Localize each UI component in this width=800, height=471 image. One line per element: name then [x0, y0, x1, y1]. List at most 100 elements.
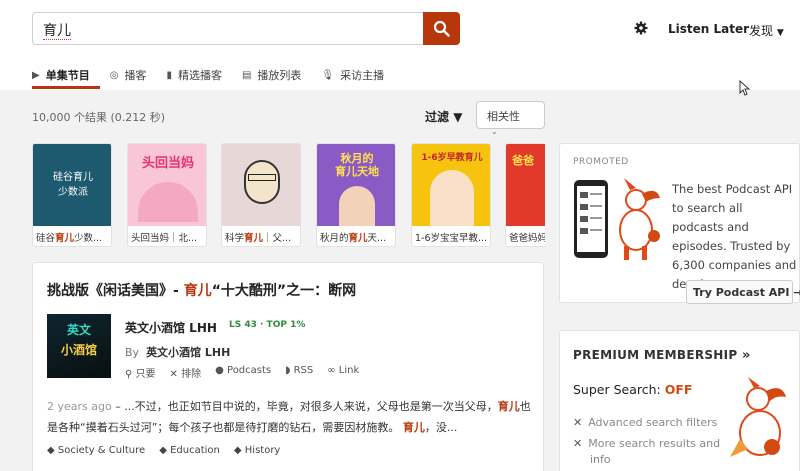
- tab-curated[interactable]: ▮ 精选播客: [166, 66, 222, 84]
- tag-icon: ◆: [47, 445, 55, 456]
- desc-highlight: 育儿: [497, 400, 520, 413]
- podcast-icon: ◎: [109, 69, 119, 81]
- x-icon: ✕: [573, 416, 583, 429]
- artwork-portrait: [244, 160, 280, 204]
- podcast-card[interactable]: 1-6岁早教育儿 1-6岁宝宝早教...: [411, 143, 491, 247]
- publisher-line: By 英文小酒馆 LHH: [125, 344, 230, 360]
- episode-title[interactable]: 挑战版《闲话美国》- 育儿“十大酷刑”之一：断网: [47, 280, 356, 300]
- search-icon: [433, 20, 450, 37]
- filter-icon: ⚲: [125, 369, 133, 380]
- title-text: 挑战版《闲话美国》-: [47, 283, 184, 299]
- podcast-thumbnail[interactable]: 英文 小酒馆: [47, 314, 111, 378]
- artwork-person: [430, 170, 474, 226]
- only-button[interactable]: ⚲ 只要: [125, 365, 156, 380]
- genre-tag[interactable]: ◆ Society & Culture: [47, 445, 145, 456]
- podcast-artwork: 头回当妈: [128, 144, 206, 226]
- action-label: Podcasts: [227, 365, 272, 376]
- caption-text: 秋月的: [320, 233, 349, 244]
- tag-label: History: [244, 445, 281, 456]
- gear-icon: [634, 21, 648, 35]
- tab-label: 单集节目: [45, 69, 90, 82]
- desc-text: – ...不过，也正如节目中说的，毕竟，对很多人来说，父母也是第一次当父母，: [111, 400, 498, 413]
- artwork-text: 秋月的 育儿天地: [335, 152, 379, 178]
- mic-icon: 🎙: [321, 69, 335, 81]
- tag-label: Society & Culture: [57, 445, 146, 456]
- settings-button[interactable]: [634, 21, 648, 38]
- apple-podcasts-link[interactable]: ● Podcasts: [215, 365, 271, 380]
- artwork-figures: [138, 182, 198, 222]
- action-label: 只要: [135, 369, 156, 380]
- caption-highlight: 育儿: [348, 233, 368, 244]
- podcast-card[interactable]: 科学育儿｜父...: [221, 143, 301, 247]
- discover-menu[interactable]: 发现 ▼: [749, 22, 784, 39]
- podcast-card[interactable]: 爸爸 爸爸妈妈...: [505, 143, 545, 247]
- feature-label: More search results and info: [588, 437, 721, 466]
- membership-title[interactable]: PREMIUM MEMBERSHIP »: [573, 348, 751, 363]
- feature-item: ✕ More search results and info: [573, 436, 723, 468]
- artwork-text: 头回当妈: [141, 156, 194, 171]
- link-icon: ∞: [327, 365, 336, 376]
- action-label: Link: [338, 365, 360, 376]
- api-illustration-icon: [574, 178, 660, 260]
- podcast-name[interactable]: 英文小酒馆 LHH: [125, 319, 217, 336]
- double-chevron-right-icon: »: [742, 348, 751, 363]
- by-label: By: [125, 346, 140, 359]
- caption-text: 爸爸妈妈...: [509, 233, 545, 244]
- genre-tag[interactable]: ◆ Education: [159, 445, 220, 456]
- sort-value: 相关性: [487, 110, 520, 123]
- tab-label: 采访主播: [340, 69, 385, 82]
- rss-icon: ◗: [285, 365, 291, 376]
- desc-text: ，没...: [424, 421, 458, 434]
- podcast-card[interactable]: 秋月的 育儿天地 秋月的育儿天...: [316, 143, 396, 247]
- x-icon: ✕: [573, 437, 583, 450]
- super-search-status: Super Search: OFF: [573, 382, 692, 397]
- podcast-card[interactable]: 硅谷育儿 少数派 硅谷育儿少数...: [32, 143, 112, 247]
- episode-description: 2 years ago – ...不过，也正如节目中说的，毕竟，对很多人来说，父…: [47, 396, 535, 438]
- caption-text: 硅谷: [36, 233, 56, 244]
- super-search-value: OFF: [664, 382, 693, 397]
- caption-text: 科学: [225, 233, 245, 244]
- caption-text: 天...: [367, 233, 387, 244]
- listen-later-link[interactable]: Listen Later: [668, 22, 749, 36]
- search-button[interactable]: [423, 12, 460, 45]
- publisher-name: 英文小酒馆 LHH: [146, 346, 231, 359]
- listen-score-badge: LS 43 · TOP 1%: [229, 320, 306, 330]
- tab-episodes[interactable]: ▶ 单集节目: [32, 66, 90, 84]
- copy-link-button[interactable]: ∞ Link: [327, 365, 359, 380]
- play-icon: ▶: [32, 69, 40, 81]
- close-icon: ✕: [169, 369, 178, 380]
- podcast-artwork: 爸爸: [506, 144, 545, 226]
- podcast-artwork: 秋月的 育儿天地: [317, 144, 395, 226]
- membership-title-text: PREMIUM MEMBERSHIP: [573, 348, 738, 362]
- podcast-caption: 硅谷育儿少数...: [33, 226, 111, 246]
- tag-icon: ◆: [233, 445, 242, 456]
- tab-playlists[interactable]: ▤ 播放列表: [242, 66, 301, 84]
- exclude-button[interactable]: ✕ 排除: [170, 365, 202, 380]
- artwork-text: 硅谷育儿 少数派: [53, 172, 93, 198]
- try-podcast-api-button[interactable]: Try Podcast API →: [686, 280, 800, 304]
- caption-highlight: 育儿: [244, 233, 264, 244]
- feature-label: Advanced search filters: [588, 416, 718, 429]
- tab-podcasts[interactable]: ◎ 播客: [110, 66, 147, 84]
- podcast-caption: 1-6岁宝宝早教...: [412, 226, 490, 246]
- rss-link[interactable]: ◗ RSS: [285, 365, 313, 380]
- podcast-card[interactable]: 头回当妈 头回当妈｜北...: [127, 143, 207, 247]
- podcast-caption: 爸爸妈妈...: [506, 226, 545, 246]
- podcast-artwork: 硅谷育儿 少数派: [33, 144, 111, 226]
- genre-tag[interactable]: ◆ History: [234, 445, 280, 456]
- active-tab-indicator: [32, 86, 100, 89]
- podcast-artwork: [222, 144, 300, 226]
- promoted-panel: PROMOTED The best Podcast API to search …: [559, 143, 800, 304]
- filter-button[interactable]: 过滤 ▼: [425, 108, 462, 125]
- thumbnail-text: 英文: [66, 323, 91, 337]
- artwork-person: [339, 186, 375, 226]
- chevron-down-icon: ⌄: [491, 127, 498, 136]
- tab-interviews[interactable]: 🎙 采访主播: [321, 66, 384, 84]
- caption-text: 少数...: [74, 233, 103, 244]
- artwork-text: 爸爸: [512, 154, 534, 167]
- sort-select[interactable]: 相关性 ⌄: [476, 101, 545, 136]
- search-input[interactable]: 育儿: [32, 12, 424, 45]
- artwork-glasses: [248, 174, 276, 181]
- premium-membership-panel: PREMIUM MEMBERSHIP » Super Search: OFF ✕…: [559, 330, 800, 471]
- podcast-caption: 头回当妈｜北...: [128, 226, 206, 246]
